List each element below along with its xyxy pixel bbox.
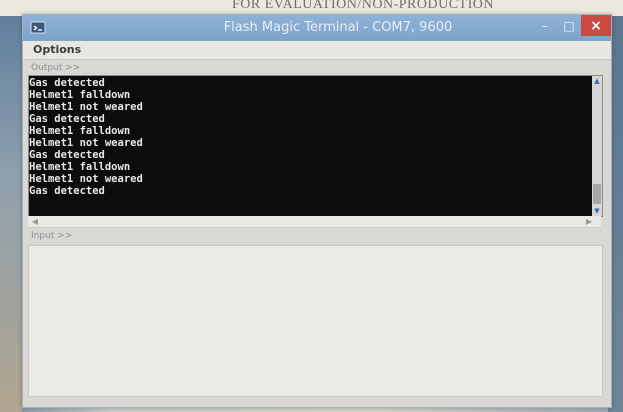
minimize-button[interactable]: – (533, 15, 557, 36)
maximize-button[interactable]: □ (557, 15, 581, 36)
output-line: Gas detected (29, 149, 105, 161)
desktop-left-edge (0, 16, 22, 412)
background-watermark-text: FOR EVALUATION/NON-PRODUCTION USE ONLY (232, 0, 492, 12)
terminal-app-icon[interactable] (29, 19, 47, 37)
input-field[interactable] (28, 245, 603, 397)
output-line: Gas detected (29, 77, 105, 89)
output-section-label: Output >> (31, 63, 81, 73)
output-line: Helmet1 not weared (29, 173, 143, 185)
output-line: Helmet1 falldown (29, 89, 131, 101)
terminal-window: Flash Magic Terminal - COM7, 9600 – □ × … (22, 14, 612, 408)
scroll-right-icon[interactable]: ▶ (584, 216, 594, 227)
scroll-down-icon[interactable]: ▼ (592, 206, 602, 216)
scrollbar-thumb[interactable] (593, 184, 601, 204)
output-line: Gas detected (29, 113, 105, 125)
menu-bar: Options (23, 41, 611, 60)
output-horizontal-scrollbar[interactable]: ◀ ▶ (28, 216, 601, 228)
output-line: Helmet1 falldown (29, 161, 131, 173)
scroll-left-icon[interactable]: ◀ (30, 216, 40, 227)
output-line: Helmet1 not weared (29, 137, 143, 149)
output-vertical-scrollbar[interactable]: ▲ ▼ (592, 76, 602, 216)
output-console[interactable]: Gas detected Helmet1 falldown Helmet1 no… (28, 75, 603, 217)
menu-options[interactable]: Options (33, 43, 81, 56)
input-section-label: Input >> (31, 231, 73, 241)
output-line: Helmet1 falldown (29, 125, 131, 137)
window-titlebar[interactable]: Flash Magic Terminal - COM7, 9600 – □ × (23, 15, 611, 41)
close-button[interactable]: × (581, 15, 611, 36)
output-line: Gas detected (29, 185, 105, 197)
output-line: Helmet1 not weared (29, 101, 143, 113)
scroll-up-icon[interactable]: ▲ (592, 76, 602, 86)
window-title: Flash Magic Terminal - COM7, 9600 (223, 20, 453, 35)
